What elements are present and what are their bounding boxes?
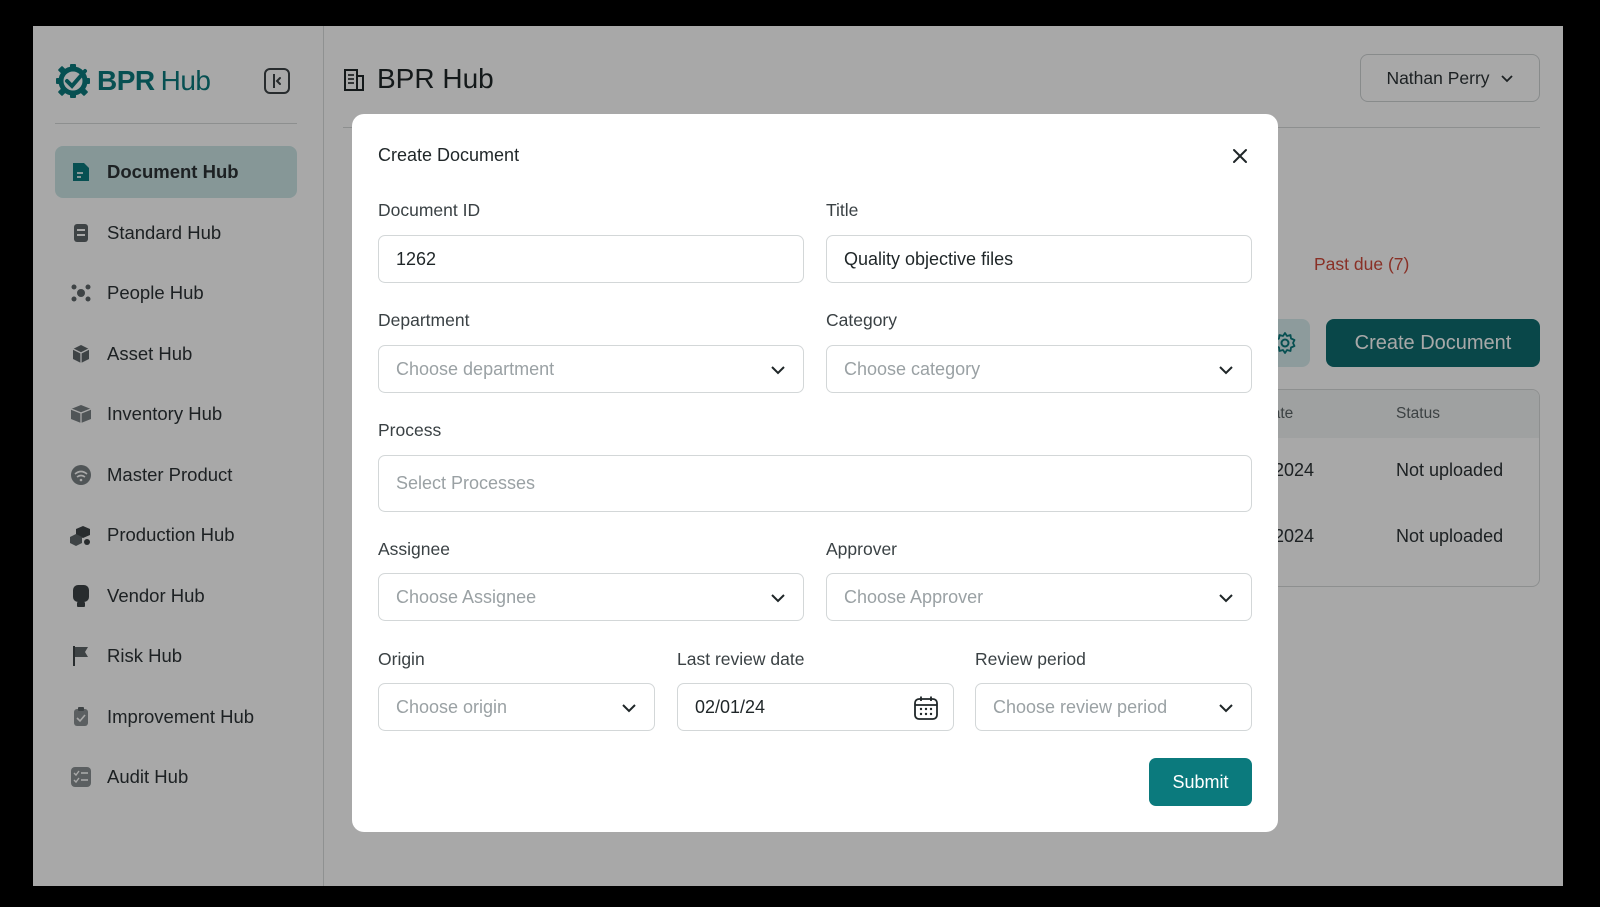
submit-button[interactable]: Submit (1149, 758, 1252, 806)
app-window: BPR Hub Document Hub Standard Hub People… (33, 26, 1563, 886)
approver-select[interactable]: Choose Approver (826, 573, 1252, 621)
approver-placeholder: Choose Approver (844, 586, 984, 607)
chevron-down-icon (771, 594, 785, 603)
process-multiselect[interactable]: Select Processes (378, 455, 1252, 512)
chevron-down-icon (1219, 366, 1233, 375)
document-id-value: 1262 (396, 248, 437, 269)
calendar-icon[interactable] (913, 695, 939, 721)
origin-select[interactable]: Choose origin (378, 683, 655, 731)
chevron-down-icon (1219, 704, 1233, 713)
department-label: Department (378, 310, 470, 330)
last-review-date-value: 02/01/24 (695, 696, 766, 717)
approver-label: Approver (826, 539, 898, 559)
last-review-date-input[interactable]: 02/01/24 (677, 683, 954, 731)
department-select[interactable]: Choose department (378, 345, 804, 393)
category-label: Category (826, 310, 898, 330)
process-label: Process (378, 420, 442, 440)
close-button[interactable] (1228, 144, 1252, 168)
title-value: Quality objective files (844, 248, 1014, 269)
modal-title: Create Document (378, 145, 520, 165)
close-icon (1233, 149, 1247, 163)
assignee-label: Assignee (378, 539, 450, 559)
create-document-modal: Create Document Document ID 1262 Title Q… (352, 114, 1278, 832)
review-period-placeholder: Choose review period (993, 696, 1168, 717)
title-label: Title (826, 200, 859, 220)
assignee-select[interactable]: Choose Assignee (378, 573, 804, 621)
process-placeholder: Select Processes (396, 473, 536, 493)
origin-placeholder: Choose origin (396, 696, 508, 717)
category-select[interactable]: Choose category (826, 345, 1252, 393)
review-period-label: Review period (975, 649, 1086, 669)
document-id-label: Document ID (378, 200, 481, 220)
chevron-down-icon (1219, 594, 1233, 603)
chevron-down-icon (771, 366, 785, 375)
last-review-date-label: Last review date (677, 649, 805, 669)
origin-label: Origin (378, 649, 425, 669)
assignee-placeholder: Choose Assignee (396, 586, 537, 607)
chevron-down-icon (622, 704, 636, 713)
category-placeholder: Choose category (844, 358, 981, 379)
document-id-input[interactable]: 1262 (378, 235, 804, 283)
review-period-select[interactable]: Choose review period (975, 683, 1252, 731)
title-input[interactable]: Quality objective files (826, 235, 1252, 283)
department-placeholder: Choose department (396, 358, 555, 379)
